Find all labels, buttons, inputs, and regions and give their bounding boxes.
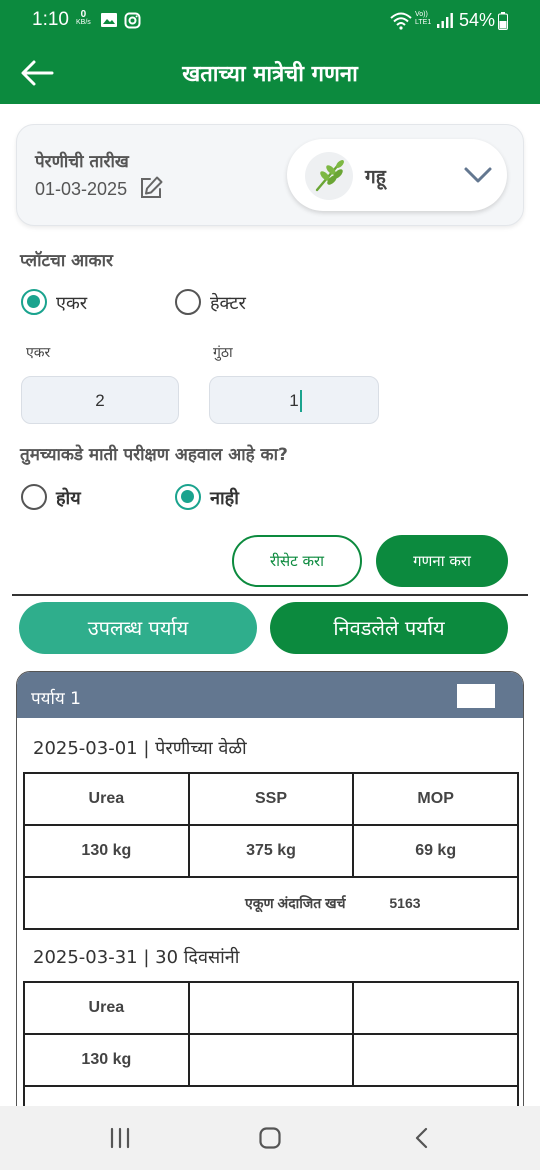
home-icon[interactable]: [258, 1126, 282, 1150]
back-nav-icon[interactable]: [410, 1126, 434, 1150]
battery-percent: 54%: [459, 10, 496, 30]
radio-no-label: नाही: [210, 488, 239, 509]
total-cost-cell: एकूण अंदाजित खर्च 5163: [23, 876, 519, 930]
sowing-date-value: 01-03-2025: [35, 179, 128, 199]
option-title: पर्याय 1: [31, 689, 81, 709]
option-card: पर्याय 1 2025-03-01 | पेरणीच्या वेळी Ure…: [16, 671, 524, 1131]
network-speed: 0 KB/s: [76, 9, 91, 27]
crop-icon-container: [305, 152, 353, 200]
signal-icon: [437, 13, 453, 28]
table-row: Urea SSP MOP: [23, 772, 519, 826]
fertilizer-table: Urea SSP MOP 130 kg 375 kg 69 kg एकूण अं…: [23, 772, 519, 930]
total-cost-label: एकूण अंदाजित खर्च: [245, 894, 346, 911]
table-header-cell: Urea: [23, 772, 190, 826]
guntha-field-label: गुंठा: [213, 345, 233, 361]
crop-name: गहू: [365, 166, 386, 188]
table-header-cell: SSP: [187, 772, 355, 826]
chevron-down-icon: [464, 167, 492, 183]
plot-size-label: प्लॉटचा आकार: [20, 251, 113, 271]
text-cursor: [300, 390, 302, 412]
network-label: Vo)) LTE1: [415, 11, 432, 26]
acre-input[interactable]: 2: [21, 376, 179, 424]
instagram-icon: [124, 12, 141, 29]
radio-no[interactable]: [175, 484, 201, 510]
tab-available-options[interactable]: उपलब्ध पर्याय: [19, 602, 257, 654]
table-header-cell: MOP: [352, 772, 519, 826]
radio-hectare[interactable]: [175, 289, 201, 315]
table-header-cell: [352, 981, 519, 1035]
schedule-heading: 2025-03-31 | 30 दिवसांनी: [33, 947, 240, 968]
edit-icon[interactable]: [138, 175, 164, 201]
wheat-icon: [315, 160, 344, 192]
reset-button[interactable]: रीसेट करा: [232, 535, 362, 587]
status-time: 1:10: [32, 9, 69, 30]
radio-acre-label: एकर: [56, 293, 88, 314]
acre-field-label: एकर: [26, 345, 51, 361]
table-row: एकूण अंदाजित खर्च 5163: [23, 876, 519, 930]
table-header-cell: [187, 981, 355, 1035]
radio-yes-label: होय: [56, 488, 81, 509]
total-cost-value: 5163: [389, 894, 421, 911]
option-select-box[interactable]: [457, 684, 495, 708]
sowing-date-label: पेरणीची तारीख: [35, 152, 129, 172]
radio-yes[interactable]: [21, 484, 47, 510]
recent-apps-icon[interactable]: [108, 1126, 132, 1150]
table-row: 130 kg: [23, 1033, 519, 1087]
table-cell: 130 kg: [23, 1033, 190, 1087]
table-cell: 130 kg: [23, 824, 190, 878]
app-bar: खताच्या मात्रेची गणना: [0, 42, 540, 104]
table-cell: 375 kg: [187, 824, 355, 878]
radio-acre[interactable]: [21, 289, 47, 315]
table-row: Urea: [23, 981, 519, 1035]
guntha-input[interactable]: 1: [209, 376, 379, 424]
radio-hectare-label: हेक्टर: [210, 293, 246, 314]
table-row: 130 kg 375 kg 69 kg: [23, 824, 519, 878]
crop-dropdown[interactable]: गहू: [287, 139, 507, 211]
gallery-icon: [101, 13, 117, 27]
wifi-icon: [390, 12, 412, 30]
schedule-heading: 2025-03-01 | पेरणीच्या वेळी: [33, 738, 247, 759]
table-cell: [187, 1033, 355, 1087]
table-cell: [352, 1033, 519, 1087]
table-header-cell: Urea: [23, 981, 190, 1035]
sowing-card: पेरणीची तारीख 01-03-2025 गहू: [16, 124, 524, 226]
system-nav-bar: [0, 1106, 540, 1170]
calculate-button[interactable]: गणना करा: [376, 535, 508, 587]
soil-test-question: तुमच्याकडे माती परीक्षण अहवाल आहे का?: [20, 445, 288, 465]
table-cell: 69 kg: [352, 824, 519, 878]
divider: [12, 594, 528, 596]
status-bar: 1:10 0 KB/s Vo)) LTE1 54%: [0, 0, 540, 42]
page-title: खताच्या मात्रेची गणना: [182, 62, 358, 87]
tab-selected-options[interactable]: निवडलेले पर्याय: [270, 602, 508, 654]
option-header: पर्याय 1: [17, 672, 523, 718]
battery-icon: [498, 12, 508, 30]
